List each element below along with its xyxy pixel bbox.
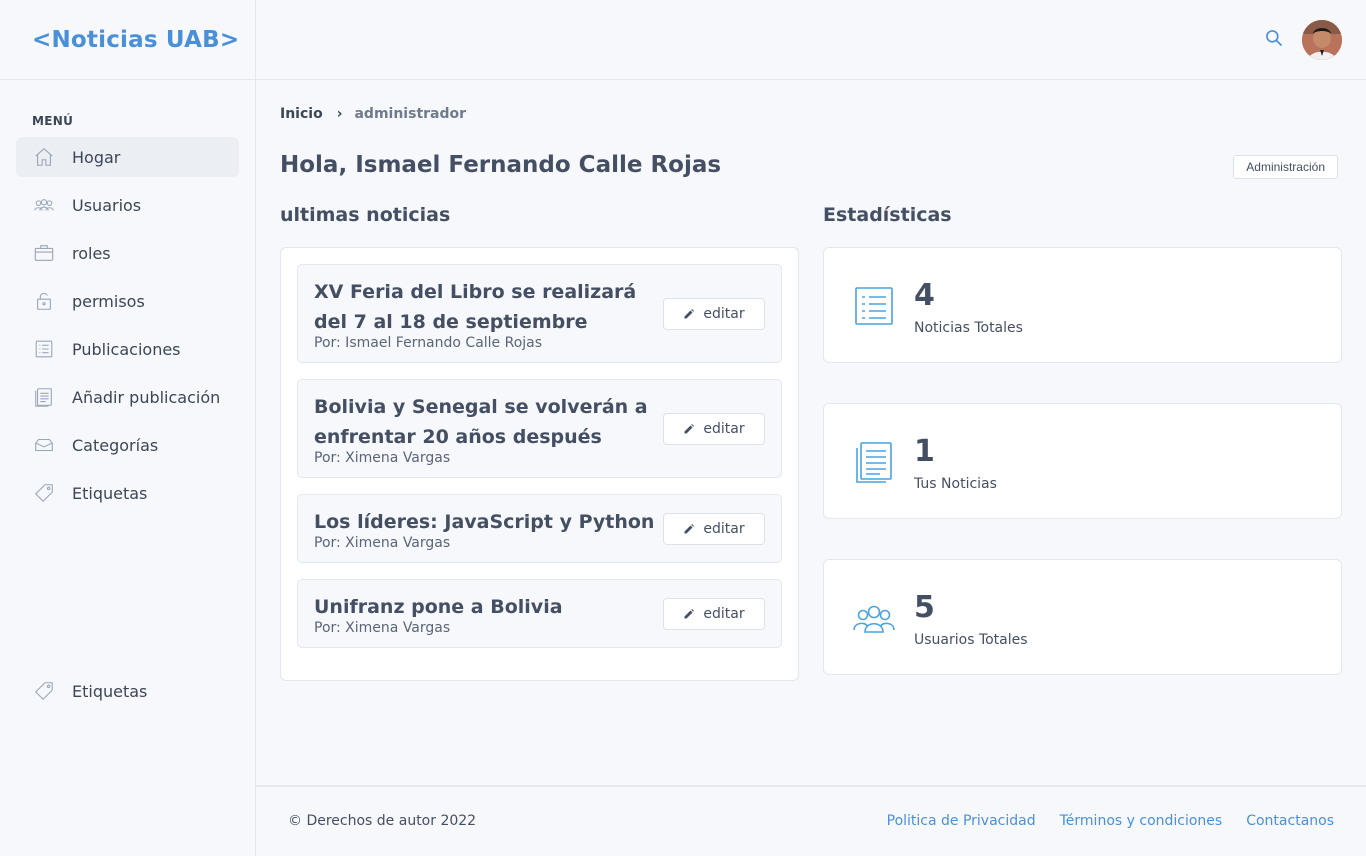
stat-value: 4 (914, 278, 935, 313)
edit-button-label: editar (703, 521, 745, 537)
briefcase-icon (32, 241, 56, 265)
pencil-icon (684, 609, 695, 619)
pencil-icon (684, 424, 695, 434)
sidebar-item-etiquetas[interactable]: Etiquetas (16, 473, 239, 513)
pencil-icon (684, 309, 695, 319)
users-icon (32, 193, 56, 217)
users-icon (852, 596, 896, 640)
tag-icon (32, 679, 56, 703)
sidebar-item-label: Añadir publicación (72, 387, 221, 407)
news-headline[interactable]: Unifranz pone a Bolivia (314, 592, 654, 622)
edit-button-label: editar (703, 306, 745, 322)
sidebar-item-label: Etiquetas (72, 483, 148, 503)
stats-section-title: Estadísticas (823, 204, 952, 226)
sidebar-item-etiquetas-bottom[interactable]: Etiquetas (16, 671, 239, 711)
news-author: Por: Ximena Vargas (314, 535, 451, 551)
breadcrumb-current: administrador (354, 106, 467, 122)
news-author: Por: Ximena Vargas (314, 450, 451, 466)
news-headline[interactable]: Los líderes: JavaScript y Python (314, 507, 674, 537)
footer-links: Politica de Privacidad Términos y condic… (863, 813, 1334, 829)
sidebar-item-label: Categorías (72, 435, 159, 455)
edit-button-label: editar (703, 606, 745, 622)
stat-label: Noticias Totales (914, 320, 1023, 336)
menu-heading: MENÚ (32, 114, 74, 128)
news-card[interactable]: Los líderes: JavaScript y Python Por: Xi… (297, 494, 782, 563)
search-icon[interactable] (1264, 28, 1286, 50)
pencil-icon (684, 524, 695, 534)
news-card[interactable]: XV Feria del Libro se realizará del 7 al… (297, 264, 782, 363)
edit-button[interactable]: editar (663, 413, 765, 445)
stat-label: Tus Noticias (914, 476, 997, 492)
sidebar-item-label: Usuarios (72, 195, 142, 215)
stat-card-noticias-totales: 4 Noticias Totales (823, 247, 1342, 363)
copyright-text: © Derechos de autor 2022 (288, 813, 477, 829)
contact-link[interactable]: Contactanos (1246, 813, 1334, 829)
brand-logo-link[interactable]: <Noticias UAB> (32, 27, 239, 53)
breadcrumb: Inicio › administrador (280, 106, 466, 122)
sidebar-item-hogar[interactable]: Hogar (16, 137, 239, 177)
sidebar-item-label: Etiquetas (72, 681, 148, 701)
administracion-button[interactable]: Administración (1233, 155, 1338, 179)
lock-icon (32, 289, 56, 313)
brand: <Noticias UAB> (0, 0, 255, 80)
chevron-right-icon: › (336, 106, 343, 122)
sidebar-item-label: permisos (72, 291, 145, 311)
footer: © Derechos de autor 2022 Politica de Pri… (256, 785, 1366, 856)
document-icon (32, 385, 56, 409)
sidebar-item-permisos[interactable]: permisos (16, 281, 239, 321)
inbox-icon (32, 433, 56, 457)
sidebar-bottom: Etiquetas (16, 671, 239, 719)
edit-button[interactable]: editar (663, 598, 765, 630)
page-title: Hola, Ismael Fernando Calle Rojas (280, 152, 722, 178)
news-author: Por: Ximena Vargas (314, 620, 451, 636)
sidebar-item-categorias[interactable]: Categorías (16, 425, 239, 465)
user-avatar[interactable] (1302, 20, 1342, 60)
sidebar-item-roles[interactable]: roles (16, 233, 239, 273)
terms-link[interactable]: Términos y condiciones (1060, 813, 1223, 829)
tag-icon (32, 481, 56, 505)
breadcrumb-home-link[interactable]: Inicio (280, 106, 323, 122)
news-panel: XV Feria del Libro se realizará del 7 al… (280, 247, 799, 681)
news-card[interactable]: Unifranz pone a Bolivia Por: Ximena Varg… (297, 579, 782, 648)
document-icon (852, 440, 896, 484)
news-section-title: ultimas noticias (280, 204, 451, 226)
list-icon (852, 284, 896, 328)
stat-value: 1 (914, 434, 935, 469)
stat-label: Usuarios Totales (914, 632, 1028, 648)
sidebar-item-usuarios[interactable]: Usuarios (16, 185, 239, 225)
edit-button[interactable]: editar (663, 298, 765, 330)
news-headline[interactable]: Bolivia y Senegal se volverán a enfrenta… (314, 392, 654, 452)
edit-button[interactable]: editar (663, 513, 765, 545)
stat-value: 5 (914, 590, 935, 625)
news-author: Por: Ismael Fernando Calle Rojas (314, 335, 543, 351)
privacy-policy-link[interactable]: Politica de Privacidad (887, 813, 1036, 829)
sidebar-item-label: Publicaciones (72, 339, 181, 359)
sidebar-menu: Hogar Usuarios roles permisos Publicacio… (16, 137, 239, 521)
sidebar-item-label: roles (72, 243, 111, 263)
sidebar-item-publicaciones[interactable]: Publicaciones (16, 329, 239, 369)
list-icon (32, 337, 56, 361)
sidebar: <Noticias UAB> MENÚ Hogar Usuarios roles (0, 0, 256, 856)
news-card[interactable]: Bolivia y Senegal se volverán a enfrenta… (297, 379, 782, 478)
home-icon (32, 145, 56, 169)
topbar (256, 0, 1366, 80)
stat-card-tus-noticias: 1 Tus Noticias (823, 403, 1342, 519)
sidebar-item-anadir-publicacion[interactable]: Añadir publicación (16, 377, 239, 417)
news-headline[interactable]: XV Feria del Libro se realizará del 7 al… (314, 277, 654, 337)
sidebar-item-label: Hogar (72, 147, 121, 167)
stat-card-usuarios-totales: 5 Usuarios Totales (823, 559, 1342, 675)
edit-button-label: editar (703, 421, 745, 437)
